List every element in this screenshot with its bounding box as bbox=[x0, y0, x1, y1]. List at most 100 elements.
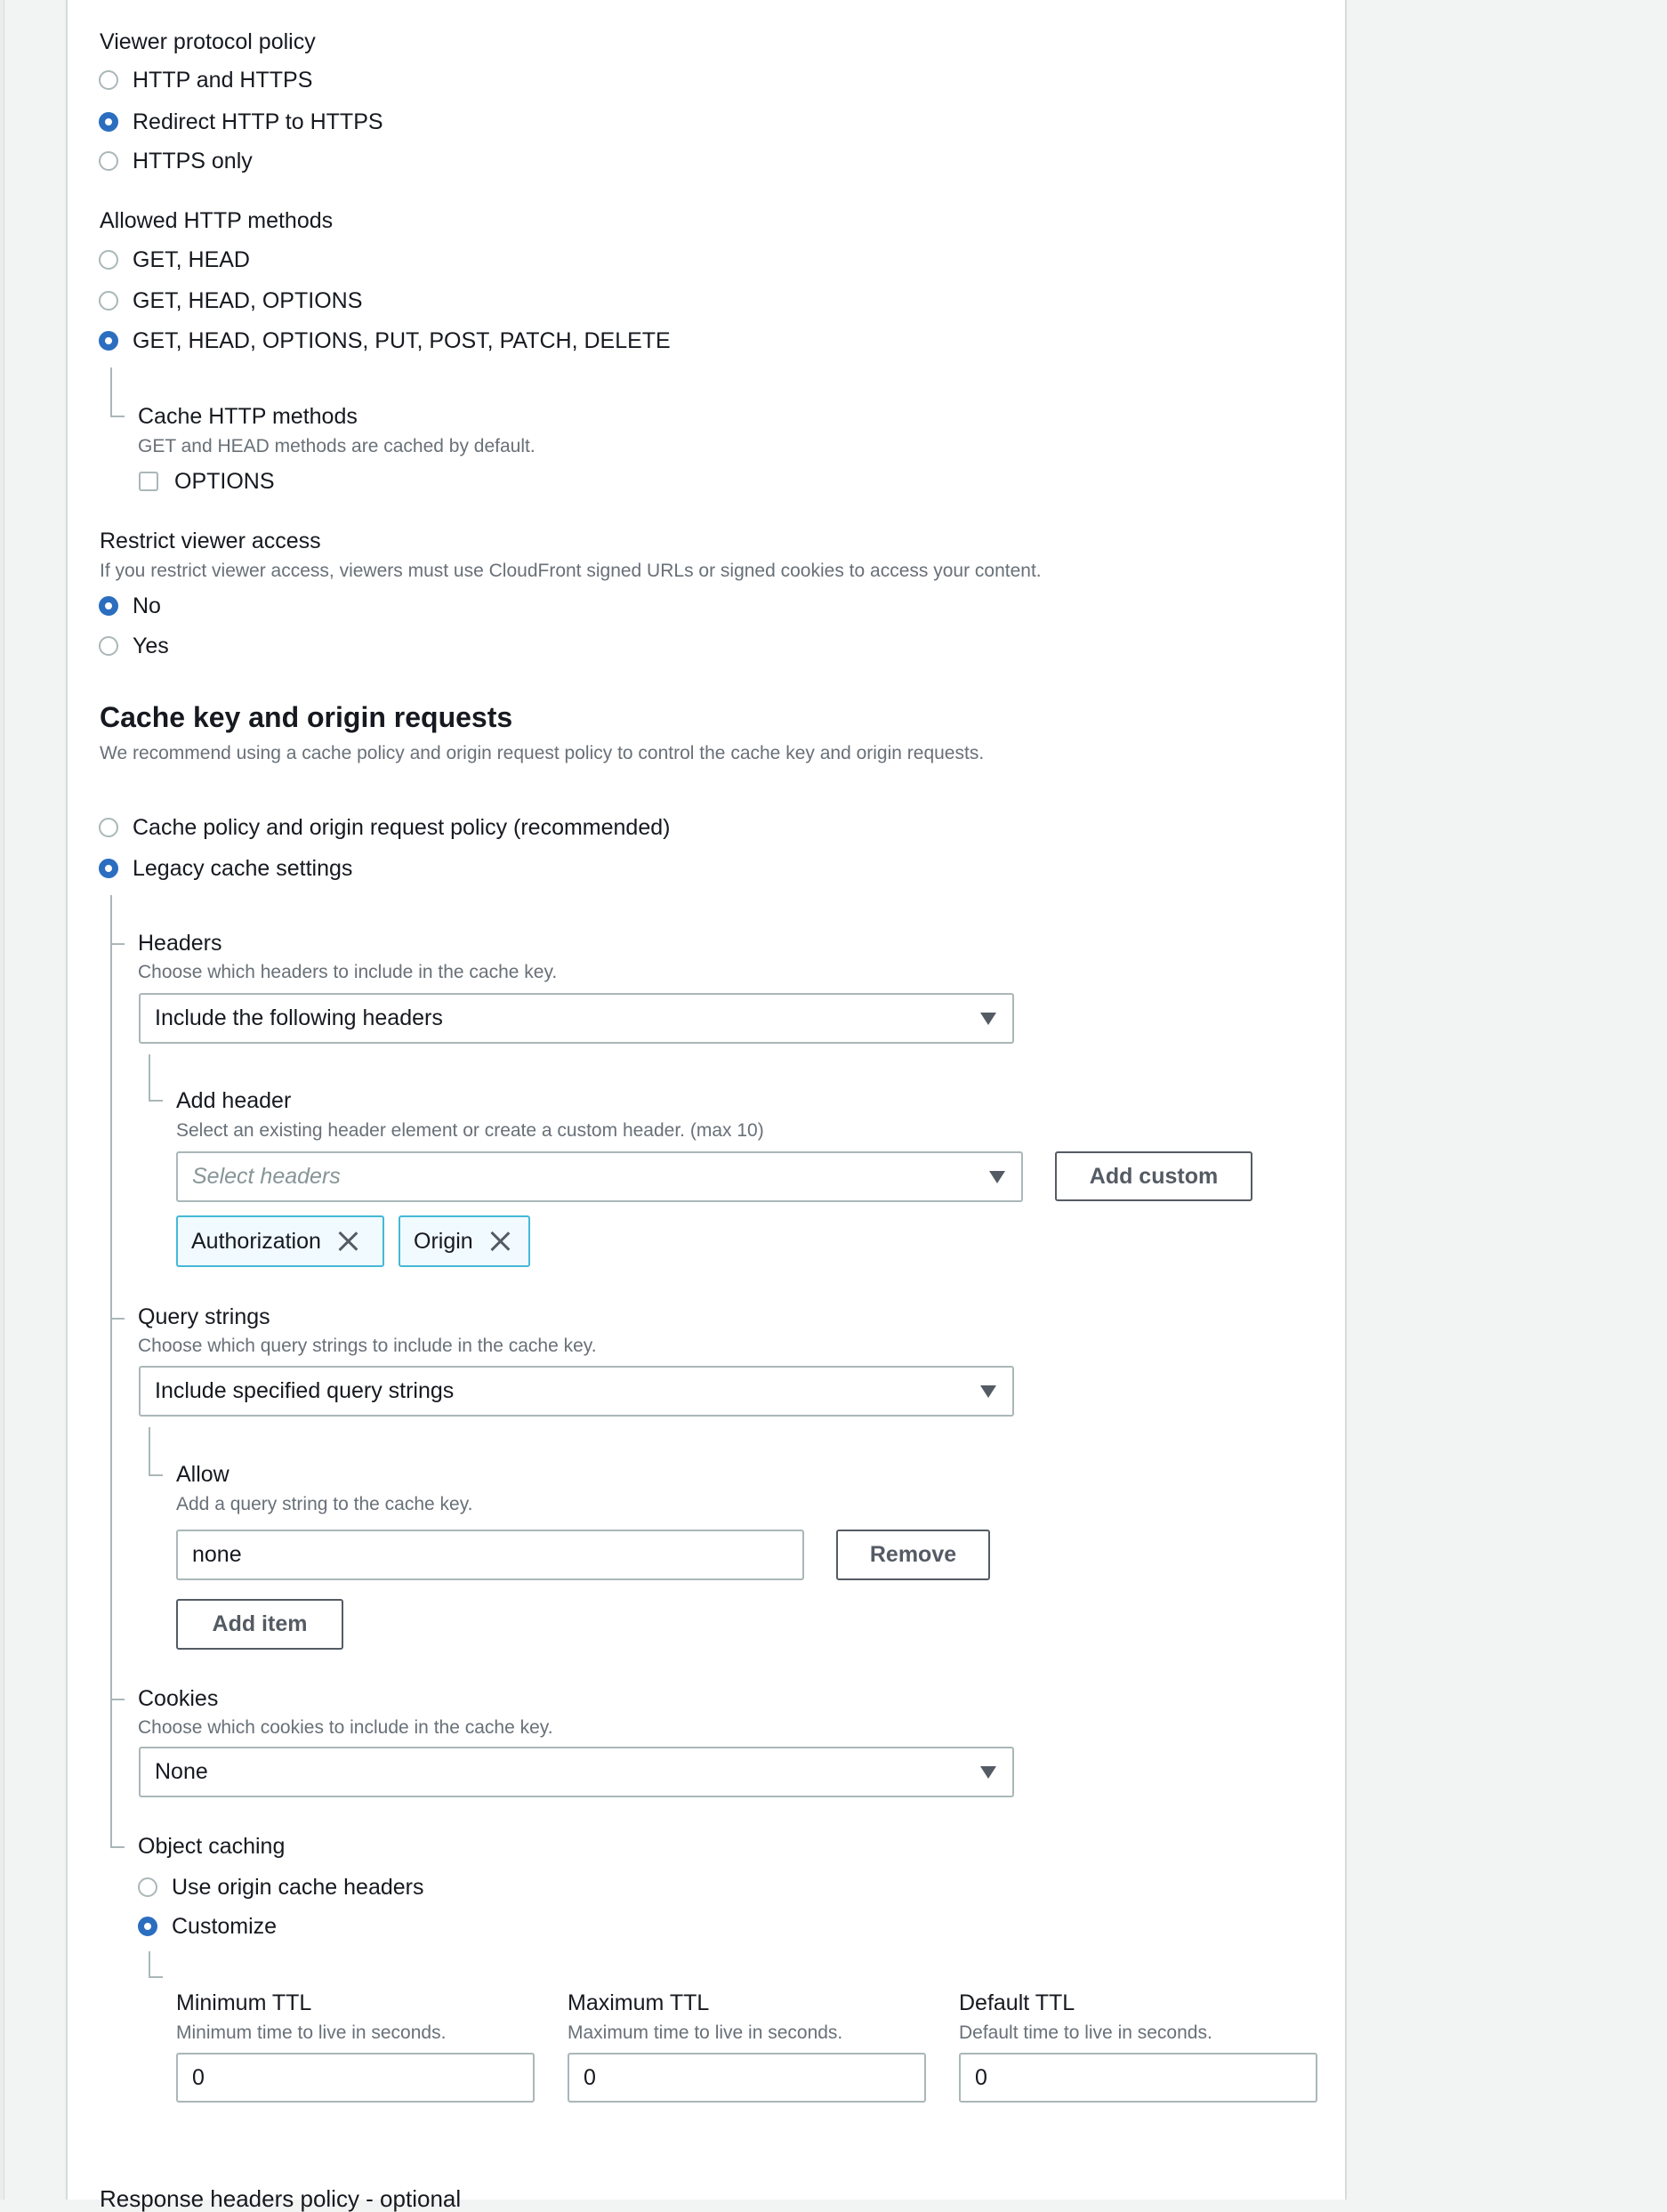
query-strings-select[interactable]: Include specified query strings bbox=[139, 1366, 1014, 1417]
radio-circle-icon[interactable] bbox=[99, 70, 118, 90]
radio-http-and-https[interactable]: HTTP and HTTPS bbox=[99, 66, 312, 94]
radio-circle-icon[interactable] bbox=[99, 818, 118, 837]
headers-select-value: Include the following headers bbox=[155, 1005, 443, 1030]
checkbox-icon[interactable] bbox=[139, 472, 158, 491]
close-icon[interactable] bbox=[489, 1231, 511, 1252]
radio-get-head[interactable]: GET, HEAD bbox=[99, 246, 250, 274]
cookies-label: Cookies bbox=[138, 1686, 219, 1711]
select-headers-dropdown[interactable]: Select headers bbox=[176, 1151, 1023, 1202]
radio-label: GET, HEAD, OPTIONS bbox=[133, 287, 363, 313]
radio-label: No bbox=[133, 593, 161, 618]
minimum-ttl-description: Minimum time to live in seconds. bbox=[176, 2022, 447, 2043]
left-gutter bbox=[0, 0, 4, 2200]
tree-connector bbox=[149, 1951, 150, 1978]
radio-circle-icon[interactable] bbox=[99, 636, 118, 656]
radio-restrict-no[interactable]: No bbox=[99, 592, 161, 620]
radio-use-origin-cache-headers[interactable]: Use origin cache headers bbox=[138, 1873, 424, 1901]
default-ttl-input[interactable]: 0 bbox=[959, 2053, 1317, 2103]
tree-connector bbox=[149, 1976, 163, 1978]
radio-https-only[interactable]: HTTPS only bbox=[99, 147, 253, 175]
minimum-ttl-label: Minimum TTL bbox=[176, 1990, 312, 2015]
radio-redirect-http-to-https[interactable]: Redirect HTTP to HTTPS bbox=[99, 108, 383, 136]
radio-label: Use origin cache headers bbox=[172, 1874, 424, 1900]
restrict-viewer-access-description: If you restrict viewer access, viewers m… bbox=[100, 561, 1042, 581]
query-strings-select-value: Include specified query strings bbox=[155, 1378, 455, 1403]
headers-select[interactable]: Include the following headers bbox=[139, 993, 1014, 1044]
radio-circle-icon[interactable] bbox=[99, 331, 118, 351]
radio-label: Cache policy and origin request policy (… bbox=[133, 814, 671, 840]
default-ttl-description: Default time to live in seconds. bbox=[959, 2022, 1212, 2043]
cookies-select-value: None bbox=[155, 1759, 208, 1784]
radio-circle-icon[interactable] bbox=[99, 859, 118, 878]
tree-connector bbox=[110, 1846, 125, 1848]
maximum-ttl-input[interactable]: 0 bbox=[568, 2053, 926, 2103]
radio-all-methods[interactable]: GET, HEAD, OPTIONS, PUT, POST, PATCH, DE… bbox=[99, 327, 671, 355]
query-strings-description: Choose which query strings to include in… bbox=[138, 1336, 597, 1356]
cache-http-methods-description: GET and HEAD methods are cached by defau… bbox=[138, 436, 536, 456]
close-icon[interactable] bbox=[337, 1231, 358, 1252]
add-custom-button[interactable]: Add custom bbox=[1055, 1151, 1252, 1201]
allow-label: Allow bbox=[176, 1462, 230, 1487]
radio-cache-policy-recommended[interactable]: Cache policy and origin request policy (… bbox=[99, 813, 670, 842]
tree-connector bbox=[110, 416, 125, 417]
radio-label: Customize bbox=[172, 1913, 278, 1939]
radio-restrict-yes[interactable]: Yes bbox=[99, 632, 169, 660]
token-label: Authorization bbox=[191, 1228, 321, 1254]
object-caching-label: Object caching bbox=[138, 1834, 286, 1859]
radio-circle-icon[interactable] bbox=[138, 1917, 157, 1936]
add-header-label: Add header bbox=[176, 1088, 292, 1113]
response-headers-policy-heading: Response headers policy - optional bbox=[100, 2185, 462, 2212]
add-header-description: Select an existing header element or cre… bbox=[176, 1120, 764, 1141]
tree-connector bbox=[110, 1318, 125, 1320]
checkbox-options[interactable]: OPTIONS bbox=[139, 467, 275, 496]
headers-description: Choose which headers to include in the c… bbox=[138, 962, 558, 982]
radio-label: GET, HEAD bbox=[133, 246, 250, 272]
radio-label: HTTPS only bbox=[133, 148, 253, 174]
tree-connector bbox=[110, 943, 125, 945]
cookies-select[interactable]: None bbox=[139, 1747, 1014, 1797]
tree-connector bbox=[149, 1054, 150, 1102]
cache-key-heading: Cache key and origin requests bbox=[100, 701, 513, 733]
radio-circle-icon[interactable] bbox=[138, 1877, 157, 1897]
radio-label: Redirect HTTP to HTTPS bbox=[133, 109, 383, 134]
add-item-button[interactable]: Add item bbox=[176, 1599, 343, 1650]
caret-down-icon bbox=[989, 1170, 1005, 1183]
radio-get-head-options[interactable]: GET, HEAD, OPTIONS bbox=[99, 287, 362, 315]
maximum-ttl-label: Maximum TTL bbox=[568, 1990, 710, 2015]
headers-label: Headers bbox=[138, 931, 222, 956]
radio-customize[interactable]: Customize bbox=[138, 1912, 277, 1941]
tree-connector bbox=[149, 1427, 150, 1475]
radio-circle-icon[interactable] bbox=[99, 291, 118, 311]
radio-label: Yes bbox=[133, 633, 169, 658]
caret-down-icon bbox=[980, 1765, 996, 1779]
checkbox-label: OPTIONS bbox=[174, 468, 275, 494]
radio-legacy-cache-settings[interactable]: Legacy cache settings bbox=[99, 854, 352, 883]
minimum-ttl-input[interactable]: 0 bbox=[176, 2053, 535, 2103]
token-label: Origin bbox=[414, 1228, 473, 1254]
remove-button[interactable]: Remove bbox=[836, 1530, 990, 1580]
radio-label: GET, HEAD, OPTIONS, PUT, POST, PATCH, DE… bbox=[133, 327, 671, 353]
caret-down-icon bbox=[980, 1385, 996, 1398]
cookies-description: Choose which cookies to include in the c… bbox=[138, 1717, 553, 1738]
maximum-ttl-description: Maximum time to live in seconds. bbox=[568, 2022, 843, 2043]
tree-connector bbox=[149, 1100, 163, 1102]
radio-circle-icon[interactable] bbox=[99, 151, 118, 171]
radio-circle-icon[interactable] bbox=[99, 596, 118, 616]
query-strings-label: Query strings bbox=[138, 1304, 270, 1329]
radio-circle-icon[interactable] bbox=[99, 250, 118, 270]
cache-key-description: We recommend using a cache policy and or… bbox=[100, 743, 985, 763]
tree-connector bbox=[110, 1699, 125, 1700]
tree-connector bbox=[149, 1474, 163, 1476]
viewer-protocol-label: Viewer protocol policy bbox=[100, 29, 316, 54]
default-ttl-label: Default TTL bbox=[959, 1990, 1075, 2015]
restrict-viewer-access-label: Restrict viewer access bbox=[100, 529, 321, 553]
radio-circle-icon[interactable] bbox=[99, 112, 118, 132]
header-token-authorization: Authorization bbox=[176, 1215, 384, 1267]
query-string-input[interactable]: none bbox=[176, 1530, 804, 1580]
select-headers-placeholder: Select headers bbox=[192, 1164, 341, 1189]
caret-down-icon bbox=[980, 1012, 996, 1025]
cache-http-methods-label: Cache HTTP methods bbox=[138, 404, 358, 429]
tree-connector bbox=[110, 895, 112, 1847]
allowed-methods-label: Allowed HTTP methods bbox=[100, 208, 334, 233]
radio-label: HTTP and HTTPS bbox=[133, 67, 313, 93]
